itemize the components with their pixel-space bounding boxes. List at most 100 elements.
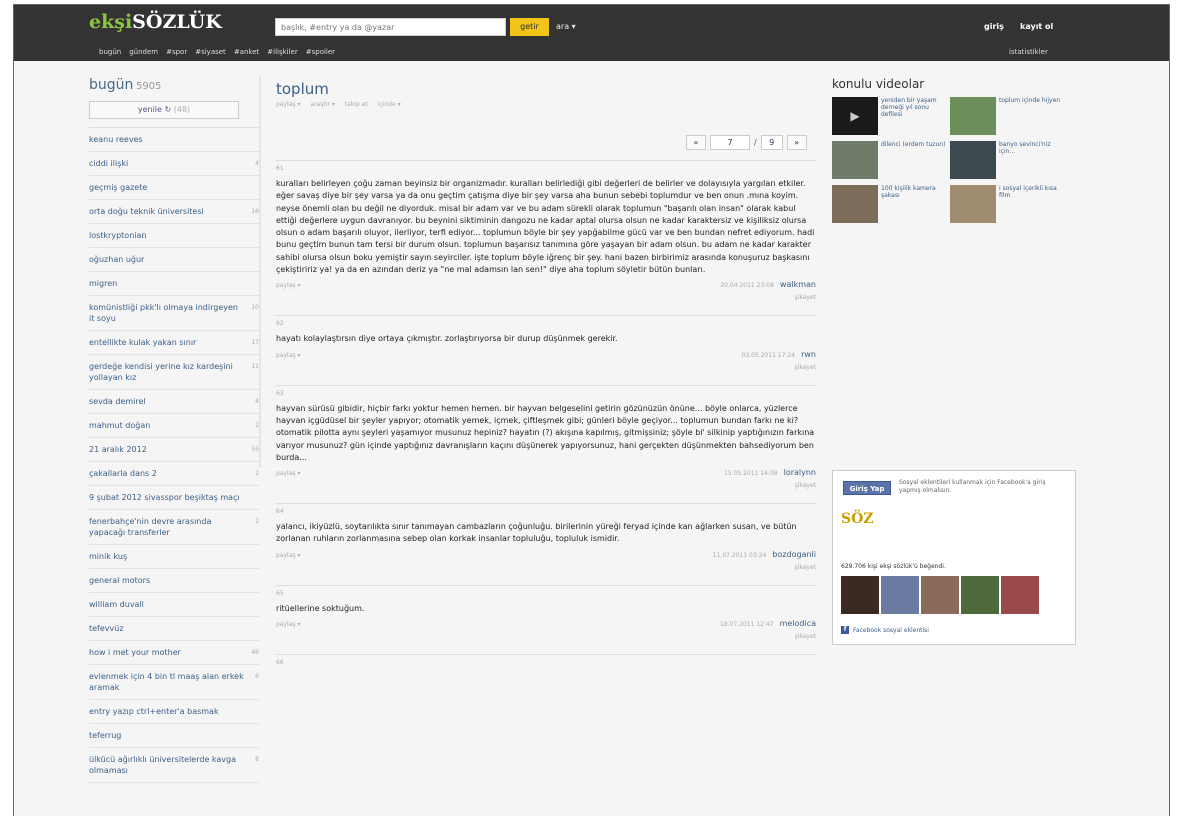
site-logo[interactable]: ekşiSÖZLÜK bbox=[89, 11, 222, 37]
sidebar-topic[interactable]: ciddi ilişki 4 bbox=[89, 152, 259, 176]
sidebar-topic[interactable]: geçmiş gazete bbox=[89, 176, 259, 200]
nav-item-iliskiler[interactable]: #ilişkiler bbox=[267, 48, 297, 56]
entry-author[interactable]: loralynn bbox=[784, 468, 816, 477]
entry-date[interactable]: 15.05.2011 14:08 bbox=[724, 470, 778, 477]
sidebar-topic[interactable]: mahmut doğan 2 bbox=[89, 414, 259, 438]
title-share-button[interactable]: paylaş ▾ bbox=[276, 101, 300, 108]
sidebar-topic[interactable]: orta doğu teknik üniversitesi 16 bbox=[89, 200, 259, 224]
sidebar-topic[interactable]: how i met your mother 46 bbox=[89, 641, 259, 665]
nav-item-anket[interactable]: #anket bbox=[234, 48, 259, 56]
pager-page-select[interactable]: 7 bbox=[710, 135, 750, 150]
video-thumbnail[interactable] bbox=[950, 97, 996, 135]
nav-item-bugun[interactable]: bugün bbox=[99, 48, 121, 56]
entry-report-button[interactable]: şikayet bbox=[276, 294, 816, 301]
sidebar-topic[interactable]: general motors bbox=[89, 569, 259, 593]
entry-author[interactable]: rwn bbox=[801, 350, 816, 359]
entry-number[interactable]: 61 bbox=[276, 165, 816, 172]
entry-report-button[interactable]: şikayet bbox=[276, 482, 816, 489]
sidebar-topic[interactable]: minik kuş bbox=[89, 545, 259, 569]
refresh-button[interactable]: yenile ↻ (48) bbox=[89, 101, 239, 119]
entry-number[interactable]: 63 bbox=[276, 390, 816, 397]
sidebar-topic[interactable]: oğuzhan uğur bbox=[89, 248, 259, 272]
main-content: toplum paylaş ▾ araştır ▾ takip et içind… bbox=[276, 80, 816, 666]
sidebar-topic[interactable]: migren bbox=[89, 272, 259, 296]
entry-number[interactable]: 64 bbox=[276, 508, 816, 515]
sidebar-topic[interactable]: entellikte kulak yakan sınır 17 bbox=[89, 331, 259, 355]
sidebar-topic[interactable]: entry yazıp ctrl+enter'a basmak bbox=[89, 700, 259, 724]
entry-number[interactable]: 66 bbox=[276, 659, 816, 666]
entry-date[interactable]: 18.07.2011 12:47 bbox=[720, 621, 774, 628]
entry-author[interactable]: walkman bbox=[780, 280, 816, 289]
video-item[interactable]: dilenci (erdem tuzun) bbox=[832, 141, 947, 179]
entry-footer: paylaş ▾ 18.07.2011 12:47 melodica bbox=[276, 619, 816, 628]
pager-prev-button[interactable]: « bbox=[686, 135, 706, 150]
entry-share-button[interactable]: paylaş ▾ bbox=[276, 552, 300, 559]
sidebar-topic[interactable]: çakallarla dans 2 2 bbox=[89, 462, 259, 486]
video-item[interactable]: banyo sevinci'niz için... bbox=[950, 141, 1065, 179]
entry-number[interactable]: 62 bbox=[276, 320, 816, 327]
entry-author[interactable]: melodica bbox=[780, 619, 816, 628]
sidebar-topic[interactable]: evlenmek için 4 bin tl maaş alan erkek a… bbox=[89, 665, 259, 700]
sidebar-topic[interactable]: fenerbahçe'nin devre arasında yapacağı t… bbox=[89, 510, 259, 545]
title-research-button[interactable]: araştır ▾ bbox=[310, 101, 334, 108]
facebook-fan-avatar[interactable] bbox=[921, 576, 959, 614]
nav-item-siyaset[interactable]: #siyaset bbox=[195, 48, 226, 56]
video-item[interactable]: i sosyal içerikli kısa film bbox=[950, 185, 1065, 223]
sidebar-topic[interactable]: ülkücü ağırlıklı üniversitelerde kavga o… bbox=[89, 748, 259, 783]
facebook-footer[interactable]: f Facebook sosyal eklentisi bbox=[841, 626, 929, 634]
sidebar-topic[interactable]: gerdeğe kendisi yerine kız kardeşini yol… bbox=[89, 355, 259, 390]
video-item[interactable]: ▶ yeniden bir yaşam derneği yıl sonu defi… bbox=[832, 97, 947, 135]
video-thumbnail[interactable] bbox=[832, 185, 878, 223]
sidebar-topic[interactable]: 9 şubat 2012 sivasspor beşiktaş maçı bbox=[89, 486, 259, 510]
entry-share-button[interactable]: paylaş ▾ bbox=[276, 621, 300, 628]
video-item[interactable]: 100 kişilik kamera şakası bbox=[832, 185, 947, 223]
sidebar-topic[interactable]: 21 aralık 2012 55 bbox=[89, 438, 259, 462]
sidebar-topic[interactable]: sevda demirel 4 bbox=[89, 390, 259, 414]
sidebar-topic[interactable]: keanu reeves bbox=[89, 128, 259, 152]
title-inside-button[interactable]: içinde ▾ bbox=[378, 101, 401, 108]
nav-item-spor[interactable]: #spor bbox=[166, 48, 187, 56]
video-thumbnail[interactable] bbox=[832, 141, 878, 179]
entry-share-button[interactable]: paylaş ▾ bbox=[276, 352, 300, 359]
entry-share-button[interactable]: paylaş ▾ bbox=[276, 470, 300, 477]
facebook-fan-avatar[interactable] bbox=[961, 576, 999, 614]
nav-item-spoiler[interactable]: #spoiler bbox=[306, 48, 335, 56]
video-thumbnail[interactable]: ▶ bbox=[832, 97, 878, 135]
sidebar-scrollbar[interactable] bbox=[259, 77, 261, 467]
sidebar-topic[interactable]: tefevvüz bbox=[89, 617, 259, 641]
topic-list: keanu reeves ciddi ilişki 4 geçmiş gazete or… bbox=[89, 127, 259, 783]
video-thumbnail[interactable] bbox=[950, 185, 996, 223]
entry-date[interactable]: 11.07.2011 03:24 bbox=[713, 552, 767, 559]
entry-date[interactable]: 20.04.2011 23:08 bbox=[720, 282, 774, 289]
facebook-fan-avatar[interactable] bbox=[841, 576, 879, 614]
video-item[interactable]: toplum içinde hijyen bbox=[950, 97, 1065, 135]
sidebar-topic[interactable]: komünistliği pkk'lı olmaya indirgeyen it… bbox=[89, 296, 259, 331]
pager-last-page-button[interactable]: 9 bbox=[760, 135, 783, 150]
facebook-fan-avatar[interactable] bbox=[1001, 576, 1039, 614]
sidebar-topic[interactable]: william duvall bbox=[89, 593, 259, 617]
entry-share-button[interactable]: paylaş ▾ bbox=[276, 282, 300, 289]
sidebar-topic[interactable]: lostkryptonian bbox=[89, 224, 259, 248]
stats-link[interactable]: istatistikler bbox=[1009, 48, 1048, 56]
register-link[interactable]: kayıt ol bbox=[1020, 22, 1053, 31]
nav-item-gundem[interactable]: gündem bbox=[129, 48, 158, 56]
entry-report-button[interactable]: şikayet bbox=[276, 564, 816, 571]
page-title[interactable]: toplum bbox=[276, 80, 816, 98]
ara-dropdown[interactable]: ara ▾ bbox=[556, 22, 576, 31]
title-follow-button[interactable]: takip et bbox=[345, 101, 368, 108]
entry-number[interactable]: 65 bbox=[276, 590, 816, 597]
sidebar-title[interactable]: bugün bbox=[89, 77, 133, 93]
sidebar-topic[interactable]: teferrug bbox=[89, 724, 259, 748]
entry-report-button[interactable]: şikayet bbox=[276, 633, 816, 640]
search-input[interactable] bbox=[275, 18, 506, 36]
entry-report-button[interactable]: şikayet bbox=[276, 364, 816, 371]
entry-author[interactable]: bozdoganli bbox=[772, 550, 816, 559]
video-thumbnail[interactable] bbox=[950, 141, 996, 179]
entry-date[interactable]: 03.05.2011 17:24 bbox=[742, 352, 796, 359]
search-button[interactable]: getir bbox=[510, 18, 549, 36]
login-link[interactable]: giriş bbox=[984, 22, 1004, 31]
facebook-fan-avatar[interactable] bbox=[881, 576, 919, 614]
pager-next-button[interactable]: » bbox=[786, 135, 807, 150]
facebook-page-logo[interactable]: SÖZ bbox=[841, 511, 874, 527]
facebook-login-button[interactable]: Giriş Yap bbox=[843, 481, 891, 495]
